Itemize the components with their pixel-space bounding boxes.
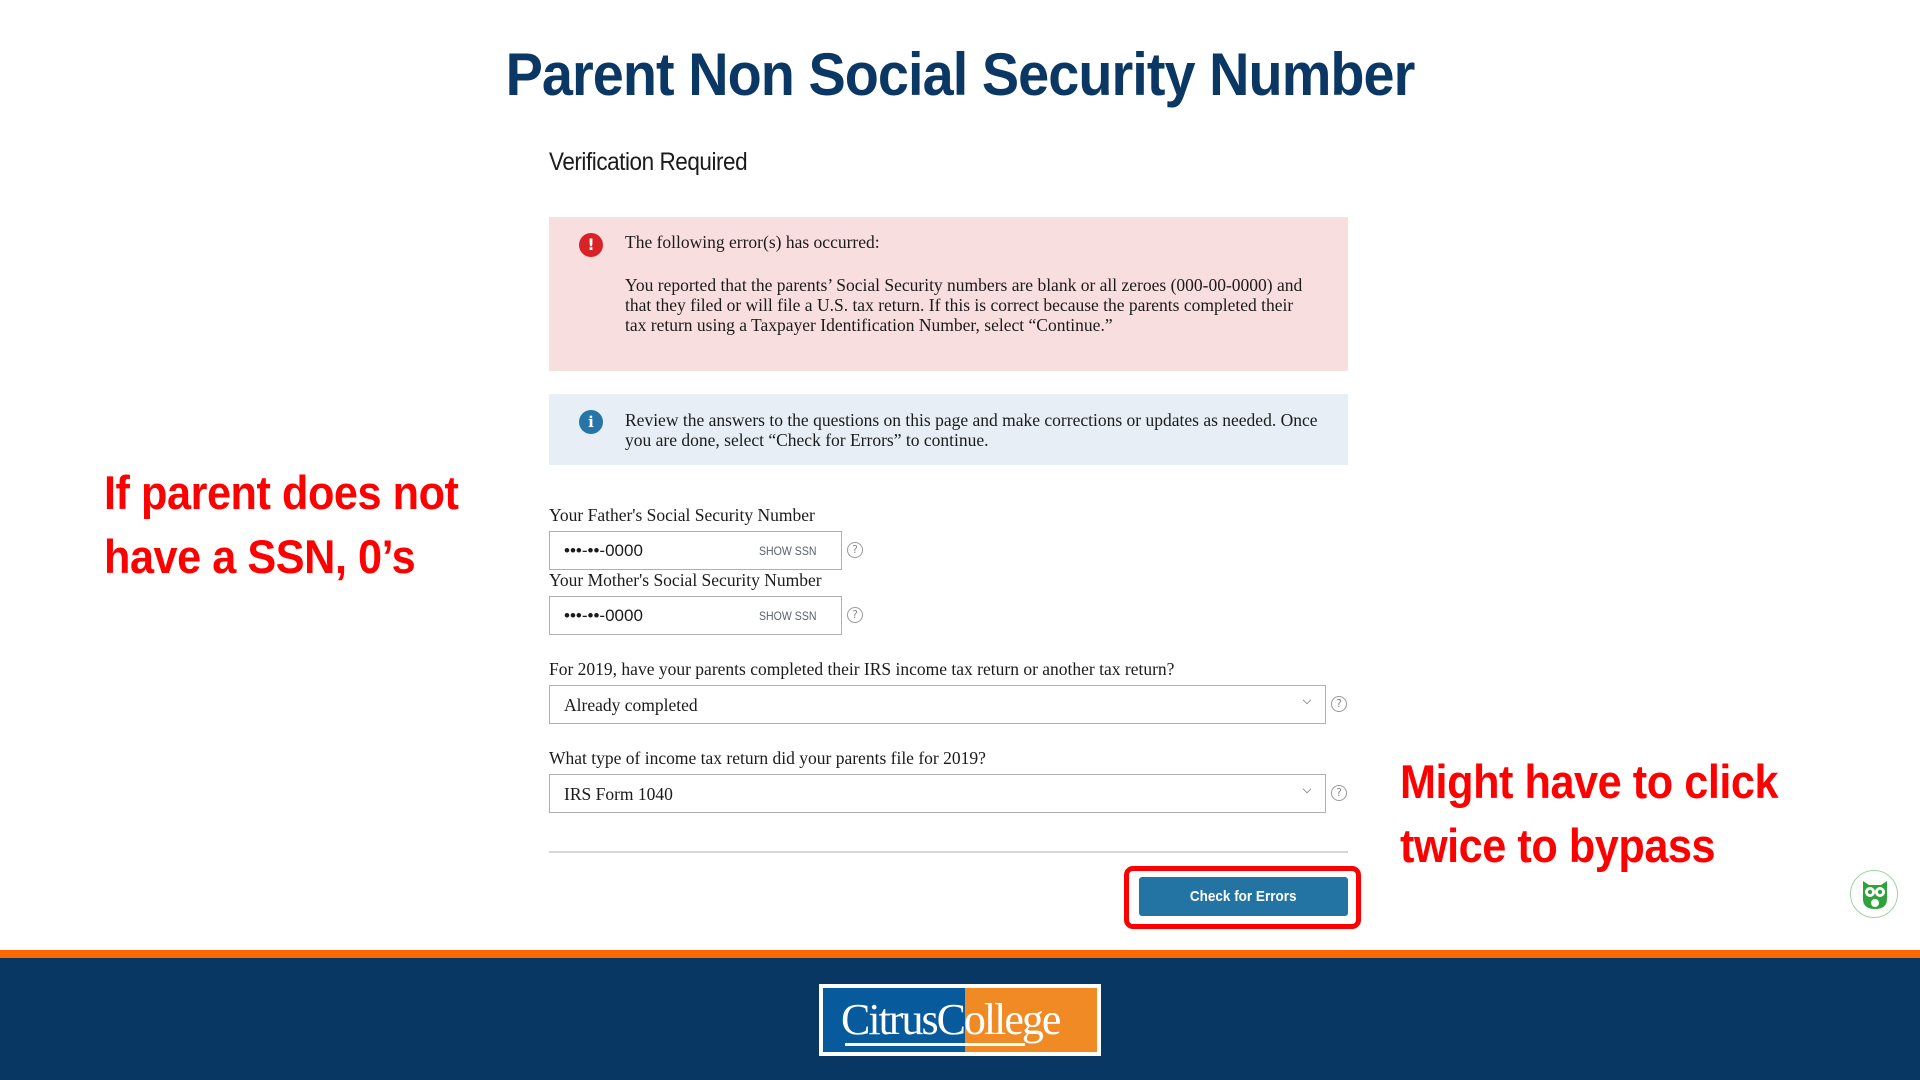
tax-return-status-select[interactable]: Already completed [549, 685, 1326, 724]
annotation-ssn-zeros: If parent does not have a SSN, 0’s [104, 461, 459, 589]
father-ssn-help-icon[interactable]: ? [847, 542, 863, 558]
tax-return-status-label: For 2019, have your parents completed th… [549, 659, 1175, 679]
father-show-ssn-button[interactable]: SHOW SSN [759, 544, 817, 558]
chevron-down-icon [1302, 784, 1312, 794]
father-ssn-value: •••-••-0000 [564, 541, 643, 560]
tax-return-type-label: What type of income tax return did your … [549, 748, 986, 768]
tax-return-type-help-icon[interactable]: ? [1331, 785, 1347, 801]
info-circle-icon: i [579, 410, 603, 434]
tax-return-type-select[interactable]: IRS Form 1040 [549, 774, 1326, 813]
father-ssn-label: Your Father's Social Security Number [549, 505, 815, 525]
logo-text: CitrusCollege [841, 994, 1062, 1045]
exclamation-circle-icon: ! [579, 233, 603, 257]
logo-word-citrus: Citrus [841, 995, 939, 1044]
footer-stripe [0, 950, 1920, 958]
error-alert-heading: The following error(s) has occurred: [625, 232, 880, 252]
page-heading: Verification Required [549, 148, 748, 176]
annotation-line: have a SSN, 0’s [104, 530, 416, 583]
annotation-line: If parent does not [104, 466, 459, 519]
mother-ssn-label: Your Mother's Social Security Number [549, 570, 822, 590]
logo-underline [845, 1043, 1025, 1046]
mother-ssn-input[interactable]: •••-••-0000 SHOW SSN [549, 596, 842, 635]
mother-show-ssn-button[interactable]: SHOW SSN [759, 609, 817, 623]
form-divider [549, 851, 1348, 853]
info-alert-body: Review the answers to the questions on t… [625, 410, 1318, 450]
annotation-click-twice: Might have to click twice to bypass [1400, 750, 1779, 878]
tax-return-status-value: Already completed [564, 695, 698, 715]
tax-return-status-help-icon[interactable]: ? [1331, 696, 1347, 712]
citrus-college-logo: CitrusCollege [819, 984, 1101, 1056]
check-for-errors-label: Check for Errors [1190, 888, 1297, 905]
check-for-errors-button[interactable]: Check for Errors [1139, 877, 1348, 916]
tax-return-type-value: IRS Form 1040 [564, 784, 673, 804]
father-ssn-input[interactable]: •••-••-0000 SHOW SSN [549, 531, 842, 570]
annotation-line: twice to bypass [1400, 819, 1716, 872]
logo-word-college: College [936, 995, 1062, 1044]
annotation-line: Might have to click [1400, 755, 1779, 808]
owl-icon [1863, 881, 1887, 909]
mother-ssn-help-icon[interactable]: ? [847, 607, 863, 623]
chat-widget-button[interactable] [1850, 870, 1898, 918]
mother-ssn-value: •••-••-0000 [564, 606, 643, 625]
error-alert-body: You reported that the parents’ Social Se… [625, 275, 1303, 335]
info-alert: i Review the answers to the questions on… [549, 394, 1348, 465]
slide-title: Parent Non Social Security Number [505, 41, 1416, 108]
chevron-down-icon [1302, 695, 1312, 705]
error-alert: ! The following error(s) has occurred: Y… [549, 217, 1348, 371]
